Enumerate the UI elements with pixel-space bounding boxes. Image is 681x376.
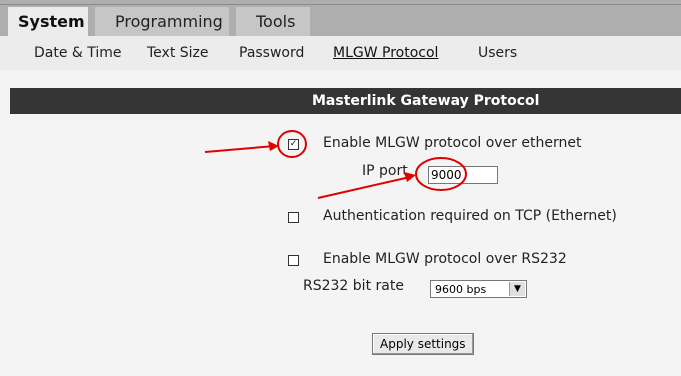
rs232-bitrate-value: 9600 bps: [435, 283, 487, 296]
enable-mlgw-rs232-checkbox[interactable]: [288, 255, 299, 266]
subnav-date-time[interactable]: Date & Time: [34, 36, 122, 70]
ip-port-label: IP port: [362, 163, 408, 179]
tab-programming[interactable]: Programming: [95, 7, 229, 36]
apply-settings-button[interactable]: Apply settings: [372, 333, 474, 355]
chevron-down-icon[interactable]: ▼: [509, 282, 525, 296]
top-tab-bar: System Programming Tools: [0, 0, 681, 36]
settings-form: ✓ Enable MLGW protocol over ethernet IP …: [10, 114, 681, 376]
top-border-line: [0, 4, 681, 5]
subnav-users[interactable]: Users: [478, 36, 517, 70]
subnav-text-size[interactable]: Text Size: [147, 36, 209, 70]
auth-tcp-label: Authentication required on TCP (Ethernet…: [323, 208, 617, 224]
subnav-mlgw-protocol[interactable]: MLGW Protocol: [333, 36, 438, 70]
enable-mlgw-ethernet-label: Enable MLGW protocol over ethernet: [323, 135, 582, 151]
rs232-bitrate-select[interactable]: 9600 bps ▼: [430, 280, 527, 298]
enable-mlgw-rs232-label: Enable MLGW protocol over RS232: [323, 251, 567, 267]
main-content-area: Masterlink Gateway Protocol ✓ Enable MLG…: [0, 70, 681, 376]
sub-navigation: Date & Time Text Size Password MLGW Prot…: [0, 36, 681, 70]
auth-tcp-checkbox[interactable]: [288, 212, 299, 223]
ip-port-input[interactable]: [428, 166, 498, 184]
panel-title: Masterlink Gateway Protocol: [312, 93, 540, 109]
tab-tools[interactable]: Tools: [236, 7, 310, 36]
tab-system[interactable]: System: [8, 7, 88, 36]
subnav-password[interactable]: Password: [239, 36, 304, 70]
enable-mlgw-ethernet-checkbox[interactable]: ✓: [288, 139, 299, 150]
panel-title-bar: Masterlink Gateway Protocol: [10, 88, 681, 114]
rs232-bitrate-label: RS232 bit rate: [303, 278, 404, 294]
